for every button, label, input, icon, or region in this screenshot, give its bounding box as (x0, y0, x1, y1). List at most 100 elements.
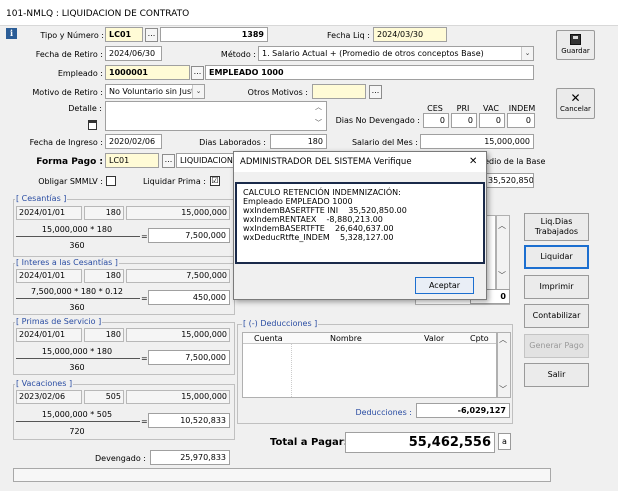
fecha-liq-input[interactable]: 2024/03/30 (373, 27, 447, 42)
cesantias-result: 7,500,000 (148, 228, 230, 243)
obligar-smmlv-label: Obligar SMMLV : (38, 177, 103, 186)
empleado-lookup-button[interactable]: ... (191, 66, 204, 80)
dias-laborados-label: Dias Laborados : (199, 138, 266, 147)
deducciones-grid-col1 (291, 344, 292, 397)
detalle-scroll-up[interactable]: ︿ (315, 102, 322, 112)
vacaciones-title: [ Vacaciones ] (15, 379, 74, 388)
fecha-ingreso-input[interactable]: 2020/02/06 (105, 134, 162, 149)
currency-button[interactable]: a (498, 433, 511, 450)
fecha-liq-label: Fecha Liq : (327, 31, 370, 40)
intereses-result: 450,000 (148, 290, 230, 305)
status-bar (13, 468, 551, 482)
imprimir-button[interactable]: Imprimir (524, 275, 589, 299)
scroll-up-icon[interactable]: ︿ (498, 220, 506, 231)
salir-button[interactable]: Salir (524, 363, 589, 387)
window-title: 101-NMLQ : LIQUIDACION DE CONTRATO (6, 9, 190, 19)
motivo-value: No Voluntario sin Justa (109, 87, 200, 96)
dialog-message-box: CALCULO RETENCIÓN INDEMNIZACIÓN: Emplead… (235, 182, 485, 264)
motivo-select[interactable]: No Voluntario sin Justa ⌄ (105, 84, 205, 99)
total-pagar-value: 55,462,556 (345, 432, 495, 453)
metodo-select[interactable]: 1. Salario Actual + (Promedio de otros c… (258, 46, 534, 61)
col-cuenta: Cuenta (254, 334, 283, 343)
dialog-close-icon[interactable]: ✕ (469, 156, 477, 167)
vacaciones-formula: 15,000,000 * 505 (41, 410, 113, 419)
info-icon[interactable]: i (6, 28, 17, 39)
intereses-title: [ Interes a las Cesantías ] (15, 258, 119, 267)
scroll-down-icon[interactable]: ﹀ (498, 270, 506, 281)
ces-input[interactable]: 0 (423, 113, 449, 128)
empleado-code-input[interactable]: 1000001 (105, 65, 190, 80)
vac-input[interactable]: 0 (479, 113, 505, 128)
vacaciones-date: 2023/02/06 (16, 390, 82, 404)
scroll-down-icon[interactable]: ﹀ (499, 384, 507, 395)
primas-divisor: 360 (69, 363, 85, 372)
motivo-label: Motivo de Retiro : (32, 88, 103, 97)
vacaciones-equals: = (141, 417, 148, 426)
dialog-title: ADMINISTRADOR DEL SISTEMA Verifique (240, 157, 412, 167)
accept-button[interactable]: Aceptar (415, 277, 474, 294)
cancel-button[interactable]: ✕ Cancelar (556, 88, 595, 119)
pri-input[interactable]: 0 (451, 113, 477, 128)
liquidar-button[interactable]: Liquidar (524, 245, 589, 269)
save-button[interactable]: Guardar (556, 30, 595, 60)
intereses-divider (16, 298, 140, 299)
obligar-smmlv-checkbox[interactable] (106, 176, 116, 186)
dialog-line: wxIndemBASERTFTE 26,640,637.00 (243, 224, 394, 233)
devengado-label: Devengado : (95, 454, 146, 463)
chevron-down-icon[interactable]: ⌄ (192, 85, 204, 98)
dias-no-dev-label: Dias No Devengado : (335, 116, 420, 125)
cesantias-date: 2024/01/01 (16, 206, 82, 220)
detalle-scroll-down[interactable]: ﹀ (315, 118, 322, 128)
cesantias-title: [ Cesantías ] (15, 194, 68, 203)
numero-input[interactable]: 1389 (160, 27, 268, 42)
indem-header: INDEM (508, 104, 536, 113)
indem-input[interactable]: 0 (507, 113, 535, 128)
forma-pago-name: LIQUIDACION (176, 153, 236, 168)
otros-motivos-lookup-button[interactable]: ... (369, 85, 382, 99)
detalle-label: Detalle : (68, 104, 102, 113)
metodo-label: Método : (220, 50, 256, 59)
vacaciones-result: 10,520,833 (148, 413, 230, 428)
intereses-divisor: 360 (69, 303, 85, 312)
deducciones-title: [ (-) Deducciones ] (242, 319, 319, 328)
generar-pago-button[interactable]: Generar Pago (524, 334, 589, 358)
tipo-lookup-button[interactable]: ... (145, 28, 158, 42)
primas-divider (16, 358, 140, 359)
calendar-icon[interactable] (88, 120, 97, 130)
fecha-retiro-input[interactable]: 2024/06/30 (105, 46, 162, 61)
detalle-textarea[interactable] (105, 101, 327, 131)
primas-base: 15,000,000 (126, 328, 230, 342)
scroll-up-icon[interactable]: ︿ (499, 334, 507, 345)
intereses-date: 2024/01/01 (16, 269, 82, 283)
deducciones-total-value: -6,029,127 (416, 403, 510, 418)
salario-mes-input[interactable]: 15,000,000 (420, 134, 534, 149)
salario-mes-label: Salario del Mes : (351, 138, 418, 147)
dialog-line: wxIndemBASERTFTE INI 35,520,850.00 (243, 206, 407, 215)
intereses-equals: = (141, 294, 148, 303)
total-pagar-label: Total a Pagar: (270, 437, 348, 448)
promedio-base-label: redio de la Base (481, 157, 546, 166)
chevron-down-icon[interactable]: ⌄ (521, 47, 533, 60)
contabilizar-button[interactable]: Contabilizar (524, 304, 589, 328)
otros-motivos-input[interactable] (312, 84, 366, 99)
primas-title: [ Primas de Servicio ] (15, 317, 103, 326)
liquidar-prima-checkbox[interactable]: ☑ (210, 176, 220, 186)
dialog-line: wxIndemRENTAEX -8,880,213.00 (243, 215, 383, 224)
forma-pago-code[interactable]: LC01 (105, 153, 159, 168)
vacaciones-base: 15,000,000 (126, 390, 230, 404)
forma-pago-lookup-button[interactable]: ... (162, 154, 175, 168)
col-valor: Valor (424, 334, 445, 343)
intereses-formula: 7,500,000 * 180 * 0.12 (31, 287, 123, 296)
cancel-label: Cancelar (560, 105, 591, 113)
cesantias-equals: = (141, 232, 148, 241)
deducciones-total-label: Deducciones : (355, 408, 412, 417)
primas-days: 180 (84, 328, 124, 342)
col-nombre: Nombre (330, 334, 362, 343)
intereses-days: 180 (84, 269, 124, 283)
liq-dias-button[interactable]: Liq.Dias Trabajados (524, 213, 589, 241)
tipo-input[interactable]: LC01 (105, 27, 143, 42)
save-label: Guardar (561, 47, 590, 55)
primas-equals: = (141, 354, 148, 363)
promedio-base-input[interactable]: 35,520,850 (484, 173, 534, 188)
dias-laborados-input[interactable]: 180 (270, 134, 327, 149)
